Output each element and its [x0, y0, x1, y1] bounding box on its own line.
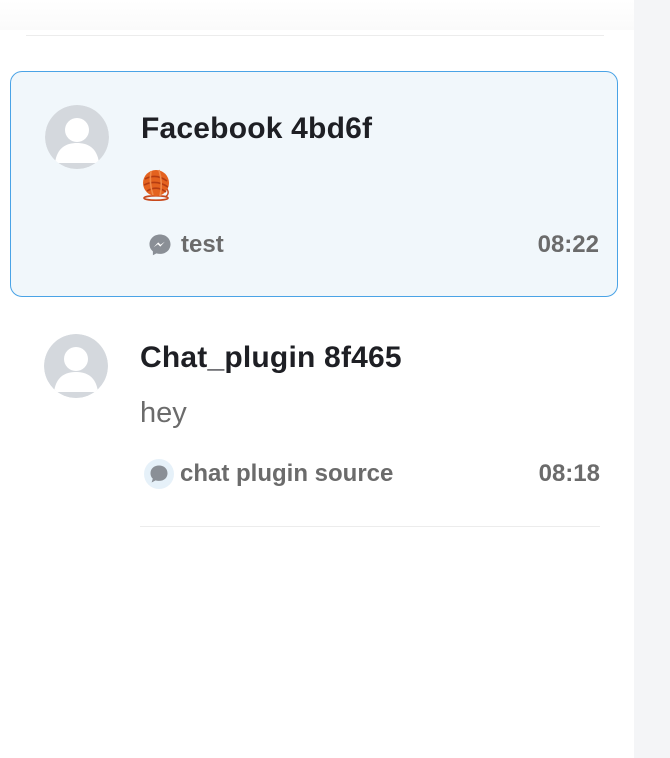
chat-bubble-icon	[144, 459, 174, 489]
divider	[26, 35, 604, 36]
avatar	[45, 105, 109, 169]
source-label: test	[181, 231, 224, 258]
contact-name: Facebook 4bd6f	[141, 112, 373, 145]
message-time: 08:18	[538, 460, 600, 487]
conversation-item-facebook[interactable]: Facebook 4bd6f test 08:22	[10, 71, 618, 297]
source-label: chat plugin source	[180, 460, 394, 487]
yarn-ball-emoji-icon	[141, 167, 173, 201]
message-time: 08:22	[537, 231, 599, 258]
list-top-fade	[0, 0, 634, 30]
avatar	[44, 334, 108, 398]
divider	[140, 526, 600, 527]
conversation-item-chat-plugin[interactable]: Chat_plugin 8f465 hey chat plugin source…	[10, 301, 618, 527]
conversation-list-page: Facebook 4bd6f test 08:22 Chat_plugin 8f…	[0, 0, 670, 758]
source-row: chat plugin source	[144, 459, 393, 489]
last-message: hey	[140, 397, 187, 429]
conversation-list[interactable]: Facebook 4bd6f test 08:22 Chat_plugin 8f…	[0, 0, 634, 758]
source-row: test	[145, 230, 224, 260]
content-panel-edge	[634, 0, 670, 758]
messenger-icon	[145, 230, 175, 260]
contact-name: Chat_plugin 8f465	[140, 341, 402, 374]
